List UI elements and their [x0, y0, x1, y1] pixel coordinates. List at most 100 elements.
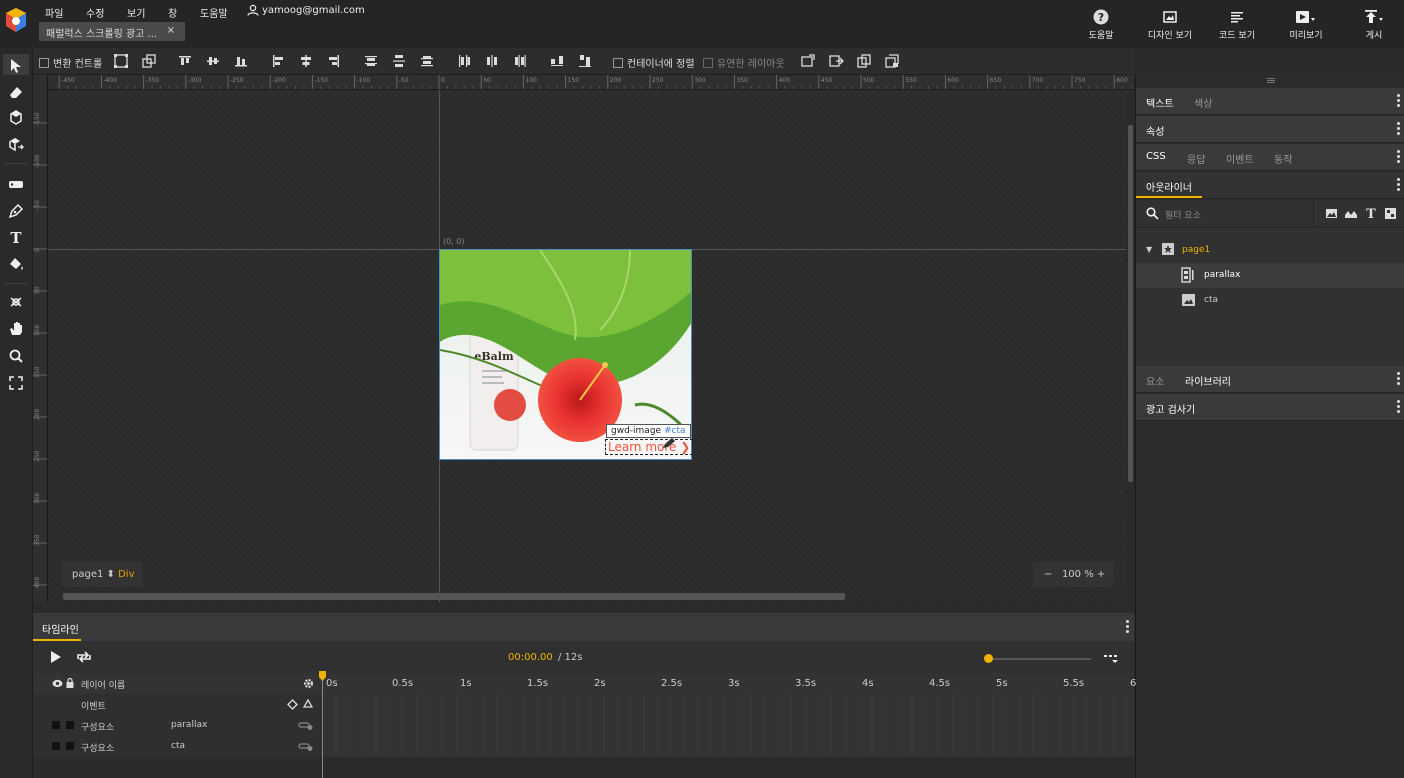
export-icon[interactable]: [828, 53, 844, 69]
document-tab-close-button[interactable]: ×: [167, 25, 175, 36]
menu-edit[interactable]: 수정: [86, 5, 104, 20]
tab-outliner[interactable]: 아웃라이너: [1146, 179, 1192, 194]
more-options-icon[interactable]: [1397, 122, 1400, 136]
wrap-icon[interactable]: [800, 53, 816, 69]
distribute-middle-icon[interactable]: [392, 53, 406, 69]
transform-control-checkbox[interactable]: 변환 컨트롤: [39, 55, 102, 70]
tab-color[interactable]: 색상: [1194, 95, 1212, 110]
fit-screen-icon[interactable]: [7, 374, 25, 392]
current-time[interactable]: 00:00.00: [508, 652, 553, 663]
distribute-top-icon[interactable]: [364, 53, 378, 69]
events-track[interactable]: [322, 694, 1134, 715]
tab-library[interactable]: 라이브러리: [1185, 373, 1231, 388]
more-options-icon[interactable]: [1397, 150, 1400, 164]
menu-window[interactable]: 창: [168, 5, 177, 20]
tab-text[interactable]: 텍스트: [1146, 95, 1174, 110]
tab-responsive[interactable]: 응답: [1187, 151, 1205, 166]
align-top-icon[interactable]: [178, 53, 192, 69]
outliner-item-cta[interactable]: cta: [1136, 288, 1404, 313]
tab-css[interactable]: CSS: [1146, 151, 1166, 162]
user-account[interactable]: yamoog@gmail.com: [247, 4, 365, 16]
outliner-item-page1[interactable]: ▼ page1: [1136, 238, 1404, 263]
vertical-scrollbar[interactable]: [1128, 125, 1133, 482]
timeline-options-icon[interactable]: [1103, 653, 1119, 665]
copy-icon[interactable]: [856, 53, 872, 69]
add-keyframe-icon[interactable]: [287, 699, 298, 710]
tab-events[interactable]: 이벤트: [1226, 151, 1254, 166]
visibility-eye-icon[interactable]: [52, 679, 63, 688]
more-options-icon[interactable]: [1126, 620, 1129, 634]
text-tool-icon[interactable]: T: [7, 228, 25, 246]
menu-help[interactable]: 도움말: [200, 5, 228, 20]
playhead-handle[interactable]: [319, 671, 326, 681]
transform-copy-icon[interactable]: [884, 53, 900, 69]
more-options-icon[interactable]: [1397, 400, 1400, 414]
distribute-left-icon[interactable]: [457, 53, 471, 69]
menu-view[interactable]: 보기: [127, 5, 145, 20]
more-options-icon[interactable]: [1397, 372, 1400, 386]
space-vertical-icon[interactable]: [578, 53, 592, 69]
bounds-icon[interactable]: [113, 53, 129, 69]
panel-grip[interactable]: [1136, 75, 1404, 88]
tab-properties[interactable]: 속성: [1146, 123, 1164, 138]
align-bottom-icon[interactable]: [234, 53, 248, 69]
outliner-item-parallax[interactable]: parallax: [1136, 263, 1404, 288]
publish-button[interactable]: 게시: [1360, 9, 1388, 41]
align-to-container-checkbox[interactable]: 컨테이너에 정렬: [613, 55, 695, 70]
tab-ad-inspector[interactable]: 광고 검사기: [1146, 401, 1195, 416]
component-filter-icon[interactable]: [1344, 207, 1359, 220]
link-icon[interactable]: [298, 721, 314, 731]
distribute-right-icon[interactable]: [513, 53, 527, 69]
document-tab[interactable]: 패럴럭스 스크롤링 광고 ... ×: [39, 22, 185, 41]
expand-caret-icon[interactable]: ▼: [1146, 245, 1152, 254]
align-right-icon[interactable]: [327, 53, 341, 69]
3d-translate-tool-icon[interactable]: [7, 135, 25, 153]
zoom-in-button[interactable]: +: [1097, 569, 1105, 580]
3d-rotate-tool-icon[interactable]: [7, 109, 25, 127]
play-icon[interactable]: [50, 650, 62, 664]
layer-lock-toggle[interactable]: [66, 721, 74, 729]
timeline-layer-row-cta[interactable]: 구성요소 cta: [33, 736, 1134, 757]
image-filter-icon[interactable]: [1325, 207, 1338, 220]
layer-track[interactable]: [322, 715, 1134, 736]
menu-file[interactable]: 파일: [45, 5, 63, 20]
eraser-tool-icon[interactable]: [7, 83, 25, 101]
tab-elements[interactable]: 요소: [1146, 373, 1164, 388]
tag-tool-icon[interactable]: [7, 175, 25, 193]
more-options-icon[interactable]: [1397, 178, 1400, 192]
layer-visibility-toggle[interactable]: [52, 742, 60, 750]
layer-track[interactable]: [322, 736, 1134, 757]
code-view-button[interactable]: 코드 보기: [1216, 9, 1258, 41]
help-button[interactable]: ? 도움말: [1086, 9, 1116, 41]
align-middle-icon[interactable]: [206, 53, 220, 69]
3d-move-tool-icon[interactable]: [7, 293, 25, 311]
tab-animation[interactable]: 동작: [1274, 151, 1292, 166]
select-tool-icon[interactable]: [7, 57, 25, 75]
layer-lock-toggle[interactable]: [66, 742, 74, 750]
distribute-center-icon[interactable]: [485, 53, 499, 69]
fluid-layout-checkbox[interactable]: 유연한 레이아웃: [703, 55, 785, 70]
scale-icon[interactable]: [141, 53, 157, 69]
distribute-bottom-icon[interactable]: [420, 53, 434, 69]
design-view-button[interactable]: 디자인 보기: [1145, 9, 1195, 41]
add-event-icon[interactable]: [303, 699, 313, 709]
filter-input[interactable]: 필터 요소: [1165, 208, 1201, 221]
align-center-icon[interactable]: [299, 53, 313, 69]
lock-icon[interactable]: [66, 678, 74, 688]
horizontal-scrollbar[interactable]: [63, 593, 845, 600]
zoom-out-button[interactable]: −: [1044, 569, 1052, 580]
hand-tool-icon[interactable]: [7, 320, 25, 338]
timeline-layer-row-parallax[interactable]: 구성요소 parallax: [33, 715, 1134, 736]
space-horizontal-icon[interactable]: [550, 53, 564, 69]
fill-bucket-tool-icon[interactable]: [7, 255, 25, 273]
link-icon[interactable]: [298, 742, 314, 752]
zoom-tool-icon[interactable]: [7, 347, 25, 365]
zoom-slider-thumb[interactable]: [984, 654, 993, 663]
preview-button[interactable]: 미리보기: [1286, 9, 1326, 41]
text-filter-icon[interactable]: T: [1365, 206, 1377, 220]
loop-icon[interactable]: [75, 650, 93, 664]
checker-filter-icon[interactable]: [1384, 207, 1397, 220]
pen-tool-icon[interactable]: [7, 202, 25, 220]
time-ruler[interactable]: 0s 0.5s 1s 1.5s 2s 2.5s 3s 3.5s 4s 4.5s …: [322, 673, 1136, 694]
page-selector[interactable]: page1 ⬍ Div: [62, 562, 143, 587]
